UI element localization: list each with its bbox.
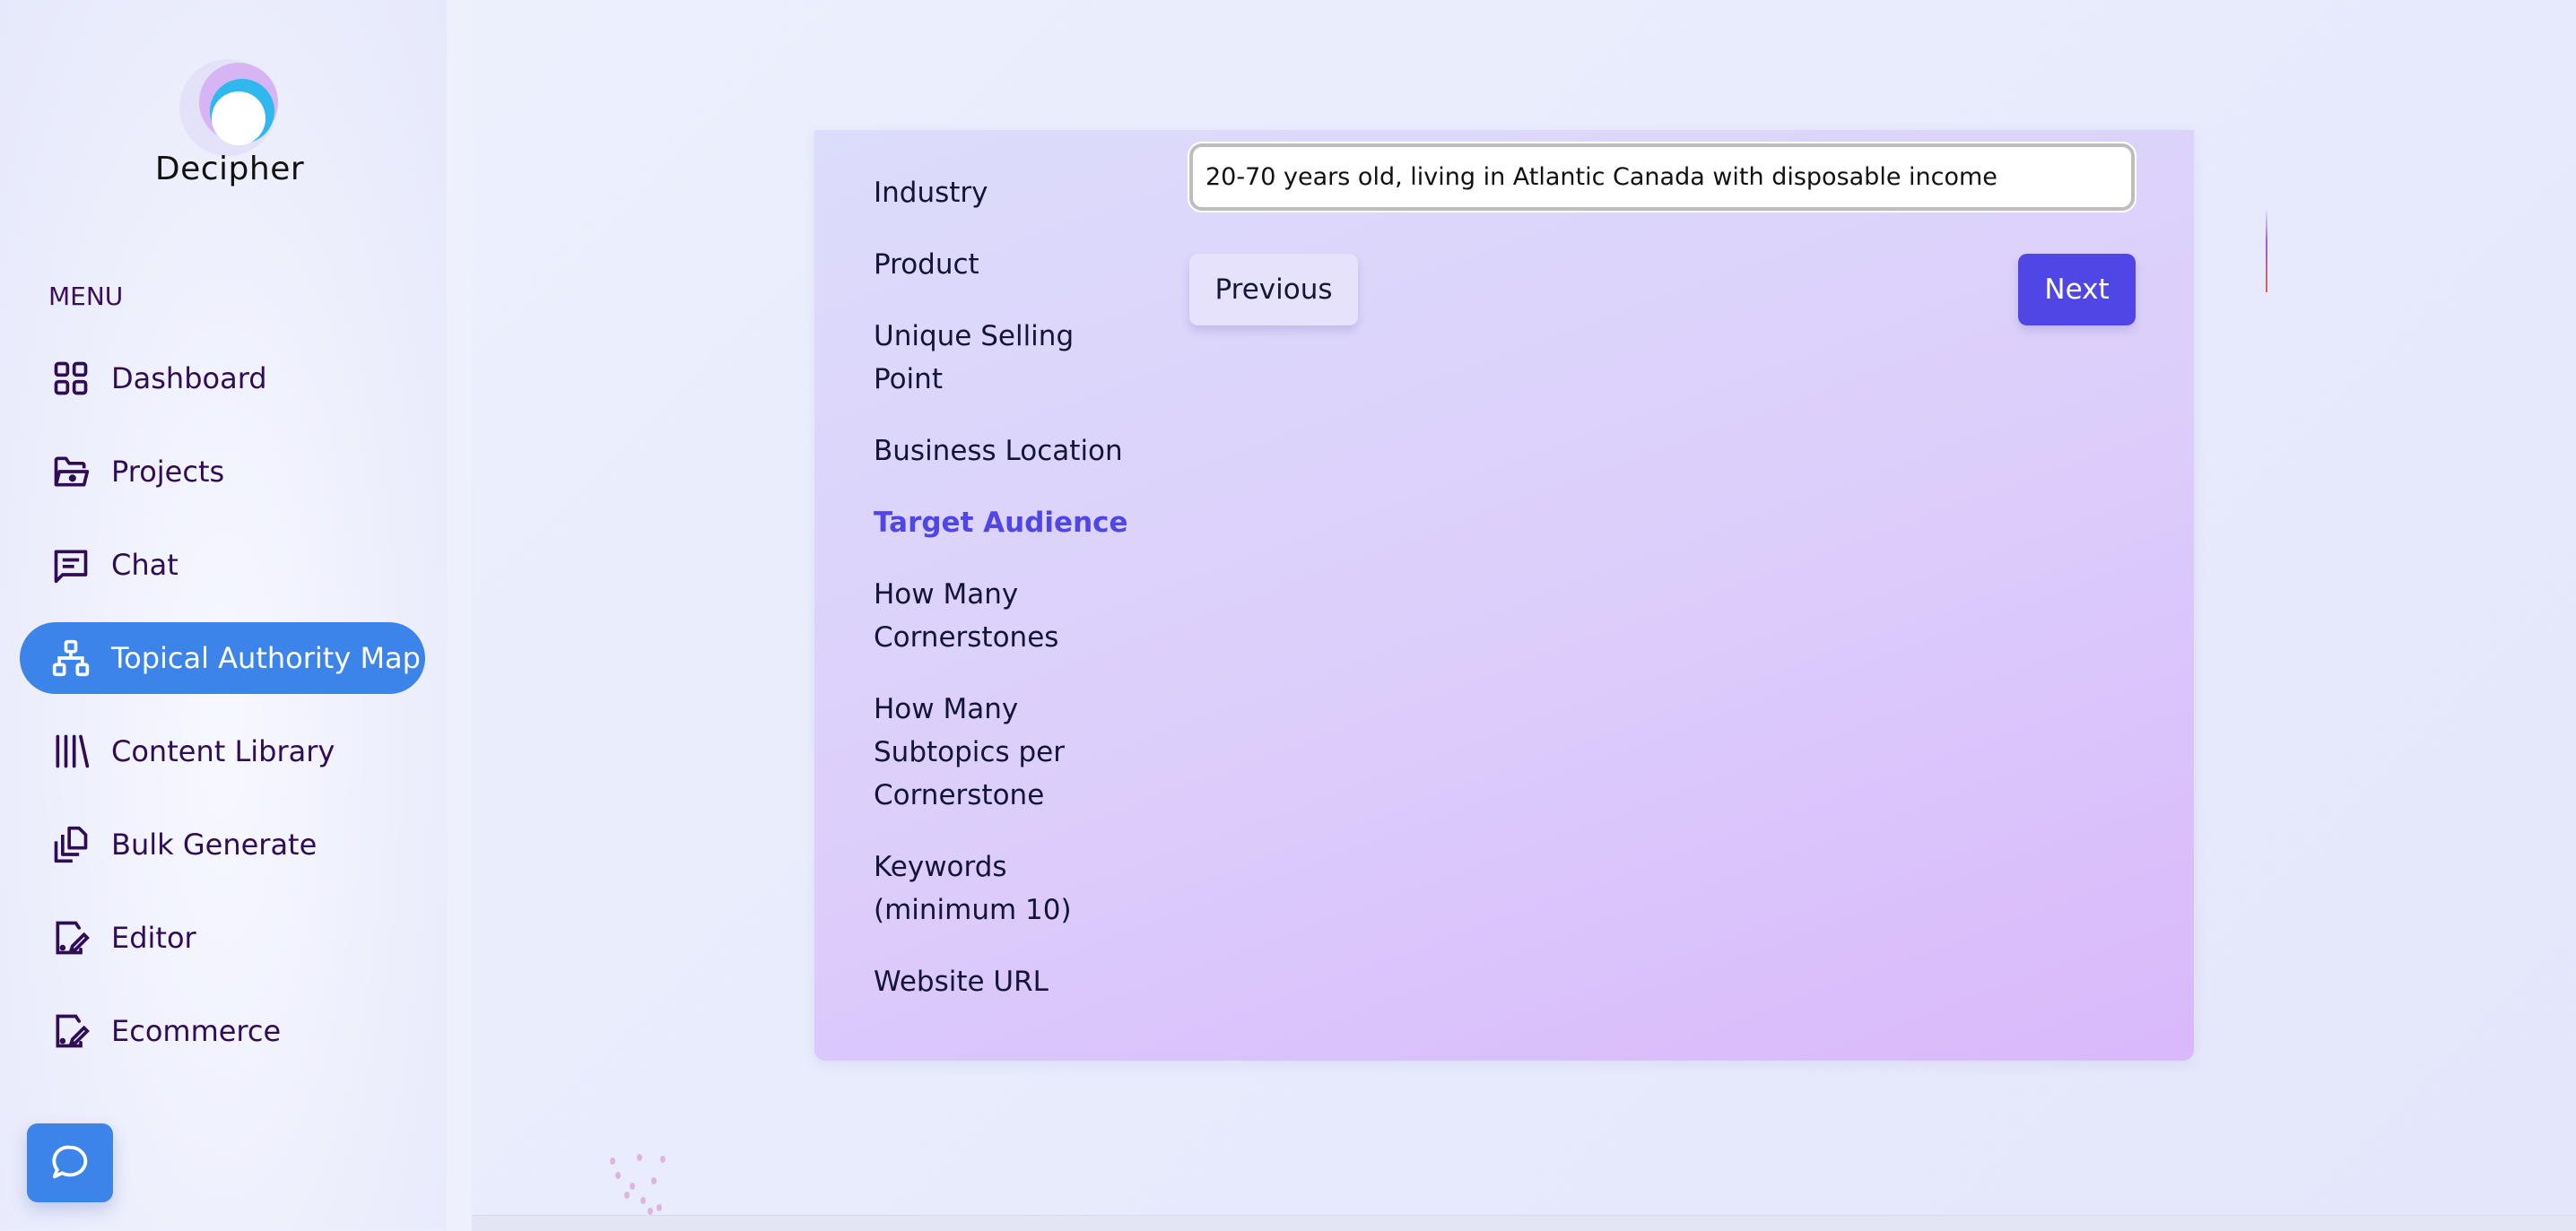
sidebar-divider (447, 0, 472, 1230)
sidebar-item-topical-authority-map[interactable]: Topical Authority Map (20, 622, 425, 694)
folder-icon (50, 451, 91, 492)
sidebar-item-label: Dashboard (111, 361, 267, 395)
decorative-line (2266, 208, 2267, 292)
sidebar-item-ecommerce[interactable]: Ecommerce (20, 995, 425, 1067)
bottom-edge (472, 1215, 2576, 1231)
step-unique-selling-point[interactable]: Unique Selling Point (874, 315, 1143, 401)
target-audience-input[interactable] (1188, 142, 2137, 212)
sidebar-item-chat[interactable]: Chat (20, 529, 425, 601)
chat-bubble-icon (52, 1145, 88, 1179)
step-how-many-cornerstones[interactable]: How Many Cornerstones (874, 573, 1143, 659)
sidebar-item-label: Topical Authority Map (111, 641, 421, 675)
sidebar-item-label: Projects (111, 455, 225, 489)
brand-name: Decipher (154, 151, 305, 187)
step-subtopics-per-cornerstone[interactable]: How Many Subtopics per Cornerstone (874, 688, 1143, 817)
step-product[interactable]: Product (874, 243, 1143, 286)
step-keywords[interactable]: Keywords (minimum 10) (874, 845, 1143, 932)
sidebar-item-label: Editor (111, 921, 196, 955)
step-industry[interactable]: Industry (874, 171, 1143, 214)
menu-heading: MENU (48, 282, 124, 311)
sidebar-item-editor[interactable]: Editor (20, 902, 425, 974)
previous-button[interactable]: Previous (1189, 254, 1358, 325)
step-website-url[interactable]: Website URL (874, 960, 1143, 1003)
sidebar-item-label: Bulk Generate (111, 828, 318, 862)
copy-files-icon (50, 824, 91, 865)
sidebar-item-bulk-generate[interactable]: Bulk Generate (20, 809, 425, 880)
wizard-card: Industry Product Unique Selling Point Bu… (814, 130, 2194, 1061)
decorative-particles (601, 1152, 709, 1215)
step-business-location[interactable]: Business Location (874, 429, 1143, 472)
edit-document-icon (50, 917, 91, 958)
chat-support-button[interactable] (27, 1123, 113, 1202)
sidebar-item-dashboard[interactable]: Dashboard (20, 342, 425, 414)
step-target-audience[interactable]: Target Audience (874, 501, 1143, 544)
sidebar-item-label: Content Library (111, 734, 335, 768)
grid-icon (50, 358, 91, 399)
next-button[interactable]: Next (2018, 254, 2136, 325)
sidebar-item-content-library[interactable]: Content Library (20, 715, 425, 787)
message-square-icon (50, 544, 91, 585)
sidebar-item-projects[interactable]: Projects (20, 436, 425, 507)
sidebar-item-label: Ecommerce (111, 1014, 282, 1048)
sidebar: Decipher MENU Dashboard Projects Chat To… (0, 0, 447, 1230)
edit-document-icon (50, 1010, 91, 1052)
sidebar-item-label: Chat (111, 548, 178, 582)
sitemap-icon (50, 637, 91, 679)
decipher-logo-icon (179, 59, 278, 156)
wizard-steps: Industry Product Unique Selling Point Bu… (874, 171, 1143, 1032)
library-icon (50, 731, 91, 772)
